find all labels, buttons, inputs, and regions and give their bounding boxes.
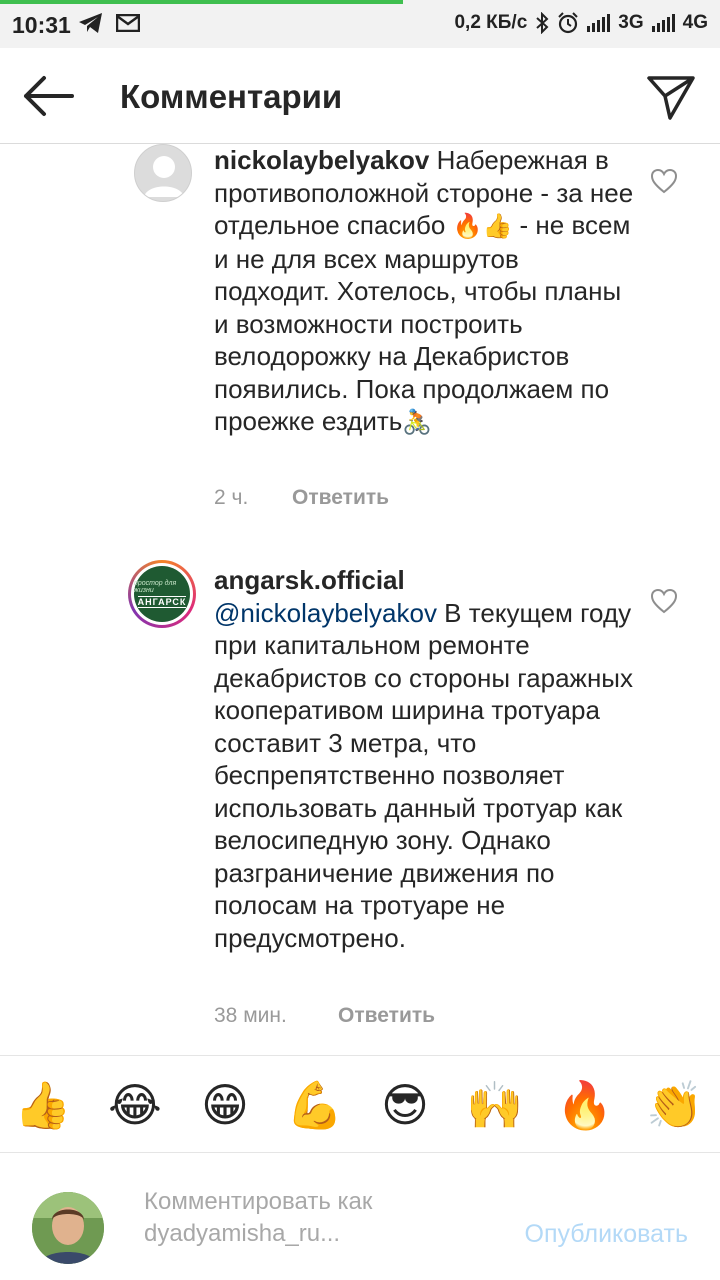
avatar[interactable]: простор для жизни АНГАРСК — [128, 560, 196, 628]
reply-button[interactable]: Ответить — [338, 1004, 435, 1028]
app-header: Комментарии — [0, 48, 720, 144]
user-photo-icon — [32, 1192, 104, 1264]
cyclist-emoji: 🚴 — [402, 408, 433, 436]
angarsk-logo: простор для жизни АНГАРСК — [134, 566, 190, 622]
heart-icon[interactable] — [650, 588, 678, 614]
raising-hands-emoji[interactable]: 🙌 — [466, 1076, 524, 1134]
publish-button[interactable]: Опубликовать — [525, 1220, 688, 1249]
status-time: 10:31 — [12, 12, 71, 38]
status-bar: 10:31 0,2 КБ/с 3G 4G — [0, 0, 720, 48]
heart-icon[interactable] — [650, 168, 678, 194]
mention-link[interactable]: @nickolaybelyakov — [214, 598, 437, 628]
comment-text-part: В текущем году при капитальном ремонте д… — [214, 597, 633, 953]
avatar — [32, 1192, 104, 1264]
sunglasses-emoji[interactable]: 😎 — [376, 1076, 434, 1134]
comment-compose: Комментировать как dyadyamisha_ru... Опу… — [0, 1154, 720, 1280]
bluetooth-icon — [536, 12, 549, 34]
thumbs-up-emoji[interactable]: 👍 — [14, 1076, 72, 1134]
mail-icon — [116, 14, 140, 32]
comment-input[interactable]: Комментировать как dyadyamisha_ru... — [144, 1186, 464, 1250]
comment-username[interactable]: angarsk.official — [214, 565, 405, 595]
comment-time: 38 мин. — [214, 1004, 287, 1027]
flexed-biceps-emoji[interactable]: 💪 — [286, 1076, 344, 1134]
comment-time: 2 ч. — [214, 486, 249, 509]
reply-button[interactable]: Ответить — [292, 486, 389, 510]
avatar[interactable] — [134, 144, 192, 202]
grinning-emoji[interactable]: 😁 — [196, 1076, 254, 1134]
clapping-hands-emoji[interactable]: 👏 — [646, 1076, 704, 1134]
comment-text-part: - не всем и не для всех маршрутов подход… — [214, 210, 631, 436]
fire-emoji[interactable]: 🔥 — [556, 1076, 614, 1134]
alarm-icon — [558, 12, 578, 34]
telegram-icon — [79, 13, 102, 33]
status-right: 0,2 КБ/с 3G 4G — [454, 12, 708, 34]
network-type-1: 3G — [618, 12, 644, 33]
comment-meta: 38 мин. Ответить — [214, 1004, 435, 1028]
logo-wordmark: АНГАРСК — [137, 596, 187, 608]
signal-icon — [587, 14, 611, 32]
fire-thumbs-emoji: 🔥👍 — [452, 212, 513, 240]
comment-username[interactable]: nickolaybelyakov — [214, 145, 429, 175]
network-speed: 0,2 КБ/с — [454, 12, 528, 33]
signal-icon-2 — [651, 14, 675, 32]
load-progress-bar — [0, 0, 404, 4]
page-title: Комментарии — [120, 78, 343, 115]
comment-text: nickolaybelyakov Набережная в противопол… — [214, 144, 634, 439]
comment-text: angarsk.official @nickolaybelyakov В тек… — [214, 564, 634, 954]
logo-tagline: простор для жизни — [134, 580, 177, 594]
comment-meta: 2 ч. Ответить — [214, 486, 389, 510]
paper-plane-icon[interactable] — [646, 72, 696, 122]
default-avatar-icon — [144, 156, 184, 197]
emoji-quick-bar: 👍 😂 😁 💪 😎 🙌 🔥 👏 — [0, 1055, 720, 1153]
arrow-left-icon[interactable] — [20, 74, 76, 118]
tears-of-joy-emoji[interactable]: 😂 — [106, 1076, 164, 1134]
network-type-2: 4G — [682, 12, 708, 33]
